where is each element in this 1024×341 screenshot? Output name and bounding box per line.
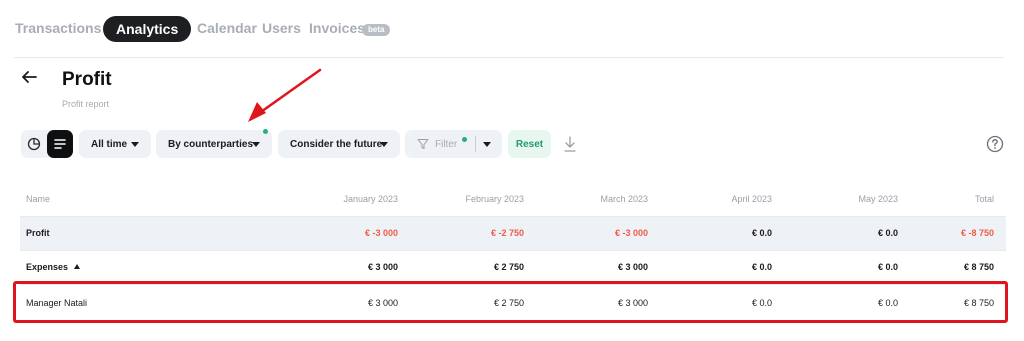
pie-chart-icon — [27, 137, 41, 151]
future-dropdown-label: Consider the future — [290, 138, 383, 150]
nav-divider — [14, 57, 1004, 58]
table-cell: € -2 750 — [490, 228, 524, 238]
table-cell: € 3 000 — [367, 298, 398, 308]
reset-button[interactable]: Reset — [508, 130, 551, 158]
table-view-button[interactable] — [47, 130, 73, 158]
table-header: Name January 2023 February 2023 March 20… — [20, 186, 1006, 216]
page-subtitle: Profit report — [62, 99, 110, 109]
toolbar: All time By counterparties Consider the … — [0, 129, 1024, 158]
filter-funnel-icon — [417, 139, 429, 149]
table-cell: € 8 750 — [963, 298, 994, 308]
help-icon[interactable] — [986, 135, 1004, 153]
profit-table: Name January 2023 February 2023 March 20… — [20, 186, 1006, 324]
collapse-arrow-icon[interactable] — [74, 264, 81, 269]
column-header-march: March 2023 — [600, 194, 648, 204]
table-cell: € 2 750 — [493, 298, 524, 308]
download-icon[interactable] — [563, 135, 577, 153]
table-row-expenses[interactable]: Expenses € 3 000 € 2 750 € 3 000 € 0.0 €… — [20, 250, 1006, 284]
table-cell: € -8 750 — [960, 228, 994, 238]
page-title: Profit — [62, 69, 112, 90]
table-cell: € 3 000 — [367, 262, 398, 272]
period-dropdown-label: All time — [91, 138, 128, 150]
back-arrow-icon[interactable] — [20, 68, 38, 86]
table-cell: € -3 000 — [364, 228, 398, 238]
chevron-down-icon — [252, 142, 260, 147]
tab-calendar[interactable]: Calendar — [197, 20, 257, 36]
table-cell: € 0.0 — [877, 262, 898, 272]
active-indicator-dot — [263, 129, 268, 134]
tab-users[interactable]: Users — [262, 20, 301, 36]
annotation-arrow-icon — [248, 68, 322, 122]
view-toggle — [21, 130, 73, 158]
chevron-down-icon — [380, 142, 388, 147]
grouping-dropdown-label: By counterparties — [168, 138, 254, 150]
chevron-down-icon[interactable] — [483, 142, 491, 147]
row-name: Expenses — [26, 262, 69, 272]
column-header-total: Total — [974, 194, 994, 204]
table-cell: € 3 000 — [617, 262, 648, 272]
filter-label: Filter — [435, 139, 458, 150]
table-row-profit[interactable]: Profit € -3 000 € -2 750 € -3 000 € 0.0 … — [20, 216, 1006, 250]
table-cell: € 0.0 — [751, 228, 772, 238]
table-cell: € 0.0 — [751, 262, 772, 272]
table-cell: € 0.0 — [877, 228, 898, 238]
beta-badge: beta — [362, 24, 391, 36]
table-cell: € -3 000 — [614, 228, 648, 238]
table-cell: € 0.0 — [751, 298, 772, 308]
column-header-january: January 2023 — [343, 194, 398, 204]
period-dropdown[interactable]: All time — [79, 130, 151, 158]
table-cell: € 2 750 — [493, 262, 524, 272]
chart-view-button[interactable] — [21, 130, 47, 158]
column-header-may: May 2023 — [858, 194, 898, 204]
column-header-april: April 2023 — [731, 194, 772, 204]
column-header-february: February 2023 — [465, 194, 524, 204]
list-view-icon — [54, 139, 66, 149]
table-cell: € 3 000 — [617, 298, 648, 308]
column-header-name: Name — [26, 194, 51, 204]
table-cell: € 0.0 — [877, 298, 898, 308]
top-navigation: Transactions Analytics Calendar Users In… — [0, 0, 1024, 58]
table-row-manager-natali[interactable]: Manager Natali € 3 000 € 2 750 € 3 000 €… — [20, 284, 1006, 324]
tab-transactions[interactable]: Transactions — [15, 20, 101, 36]
filter-separator — [475, 136, 476, 152]
row-name-expenses[interactable]: Expenses — [26, 262, 81, 272]
tab-invoices[interactable]: Invoices — [309, 20, 365, 36]
filter-button[interactable]: Filter — [405, 130, 502, 158]
grouping-dropdown[interactable]: By counterparties — [156, 129, 272, 158]
table-cell: € 8 750 — [963, 262, 994, 272]
row-name: Manager Natali — [26, 298, 88, 308]
chevron-down-icon — [131, 142, 139, 147]
tab-analytics[interactable]: Analytics — [103, 16, 192, 42]
future-dropdown[interactable]: Consider the future — [278, 130, 400, 158]
filter-indicator-dot — [462, 137, 467, 142]
row-name: Profit — [26, 228, 50, 238]
